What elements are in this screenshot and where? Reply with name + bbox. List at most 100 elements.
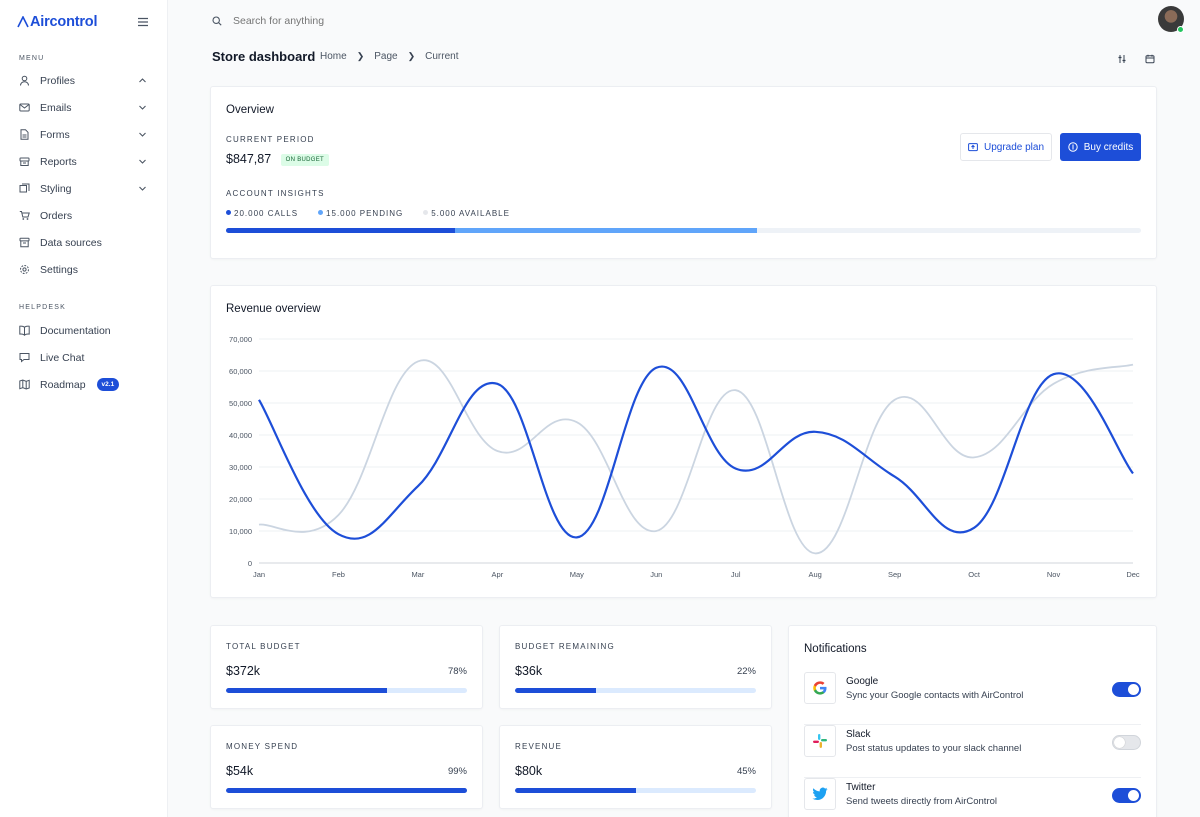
stat-progress-track [226, 688, 467, 693]
sidebar-item-icon [19, 156, 30, 167]
sidebar-item-icon [19, 129, 30, 140]
sidebar-item-profiles[interactable]: Profiles [0, 67, 167, 94]
sidebar-item-icon [19, 75, 30, 86]
buy-credits-button[interactable]: Buy credits [1060, 133, 1141, 161]
stat-label: MONEY SPEND [226, 742, 299, 751]
stat-progress-fill [515, 788, 636, 793]
sidebar-item-icon [19, 352, 30, 363]
x-tick-label: May [570, 570, 584, 579]
sidebar-item-data-sources[interactable]: Data sources [0, 229, 167, 256]
sidebar-item-forms[interactable]: Forms [0, 121, 167, 148]
notifications-card: Notifications Google Sync your Google co… [788, 625, 1157, 817]
x-tick-label: Jan [253, 570, 265, 579]
legend-item: 15.000 PENDING [318, 209, 403, 218]
sidebar-item-icon [19, 264, 30, 275]
sidebar-item-reports[interactable]: Reports [0, 148, 167, 175]
series-line-0 [258, 365, 1134, 540]
toggle-knob [1114, 737, 1125, 748]
sidebar-item-settings[interactable]: Settings [0, 256, 167, 283]
upgrade-plan-button[interactable]: Upgrade plan [960, 133, 1052, 161]
app-name: Aircontrol [30, 14, 98, 30]
x-tick-label: Mar [411, 570, 424, 579]
breadcrumb-page[interactable]: Page [374, 51, 397, 62]
google-logo-icon [804, 672, 836, 704]
breadcrumb-current: Current [425, 51, 459, 62]
insights-legend: 20.000 CALLS 15.000 PENDING 5.000 AVAILABL… [226, 209, 510, 218]
app-logo[interactable]: Aircontrol [17, 14, 97, 30]
sidebar-item-label: Live Chat [40, 351, 85, 364]
x-tick-label: Nov [1047, 570, 1061, 579]
helpdesk-nav: Documentation Live Chat Roadmap v2.1 [0, 317, 167, 398]
stat-amount: $80k [515, 764, 543, 778]
revenue-card: Revenue overview 0 10,000 20,000 30,000 40,0… [210, 285, 1157, 598]
y-tick-label: 50,000 [229, 399, 252, 408]
stat-card-money-spend: MONEY SPEND $54k 99% [210, 725, 483, 809]
current-period-row: $847,87 ON BUDGET [226, 150, 330, 168]
stat-amount: $36k [515, 664, 543, 678]
breadcrumb: Home ❯ Page ❯ Current [320, 51, 459, 62]
stat-progress-fill [226, 788, 467, 793]
sidebar-item-icon [19, 210, 30, 221]
coin-icon [1068, 142, 1078, 152]
account-insights-label: ACCOUNT INSIGHTS [226, 189, 325, 198]
twitter-toggle[interactable] [1112, 788, 1141, 803]
gear-icon [20, 265, 29, 274]
y-tick-label: 40,000 [229, 431, 252, 440]
overview-card: Overview CURRENT PERIOD $847,87 ON BUDGE… [210, 86, 1157, 259]
on-budget-badge: ON BUDGET [280, 154, 330, 166]
x-tick-label: Jun [650, 570, 662, 579]
legend-dot [226, 210, 231, 215]
breadcrumb-home[interactable]: Home [320, 51, 347, 62]
notification-item-slack: Slack Post status updates to your slack … [804, 725, 1141, 778]
book-icon [19, 325, 30, 336]
notification-item-twitter: Twitter Send tweets directly from AirCon… [804, 778, 1141, 817]
calendar-icon[interactable] [1145, 51, 1155, 64]
map-icon [19, 379, 30, 390]
toggle-knob [1128, 684, 1139, 695]
search-input[interactable] [233, 15, 433, 27]
x-tick-label: Sep [888, 570, 901, 579]
chevron-down-icon [139, 105, 146, 110]
slack-toggle[interactable] [1112, 735, 1141, 750]
toggle-knob [1128, 790, 1139, 801]
x-tick-label: Jul [731, 570, 741, 579]
filter-settings-icon[interactable] [1117, 51, 1127, 63]
x-tick-label: Dec [1126, 570, 1140, 579]
page-title: Store dashboard [212, 49, 316, 64]
upgrade-icon [968, 142, 978, 151]
sidebar-item-label: Roadmap [40, 378, 86, 391]
stat-amount: $54k [226, 764, 254, 778]
sidebar-item-emails[interactable]: Emails [0, 94, 167, 121]
menu-section-title: MENU [19, 55, 45, 62]
stat-percent: 45% [736, 766, 756, 777]
sidebar-item-documentation[interactable]: Documentation [0, 317, 167, 344]
legend-item: 5.000 AVAILABLE [423, 209, 510, 218]
sidebar-item-icon [19, 183, 30, 194]
stat-percent: 78% [447, 666, 467, 677]
y-tick-label: 70,000 [229, 335, 252, 344]
y-tick-label: 0 [248, 559, 252, 568]
search-icon [212, 16, 222, 26]
insights-progress-bar [226, 228, 1141, 233]
google-toggle[interactable] [1112, 682, 1141, 697]
logo-icon [17, 16, 29, 28]
main-nav: Profiles Emails Forms Reports Styling Orders D… [0, 67, 167, 283]
sidebar: Aircontrol MENU Profiles Emails Forms Repor… [0, 0, 168, 817]
stat-progress-track [515, 688, 756, 693]
document-icon [20, 129, 29, 140]
stat-progress-fill [515, 688, 596, 693]
stat-percent: 22% [736, 666, 756, 677]
sidebar-item-styling[interactable]: Styling [0, 175, 167, 202]
stat-progress-fill [226, 688, 387, 693]
sidebar-item-orders[interactable]: Orders [0, 202, 167, 229]
y-tick-label: 20,000 [229, 495, 252, 504]
search-bar [212, 15, 433, 27]
sidebar-item-icon [19, 325, 30, 336]
sidebar-item-roadmap[interactable]: Roadmap v2.1 [0, 371, 167, 398]
notification-desc: Sync your Google contacts with AirContro… [846, 690, 1024, 701]
hamburger-menu-icon[interactable] [136, 15, 150, 29]
sidebar-item-label: Documentation [40, 324, 111, 337]
sidebar-item-icon [19, 379, 30, 390]
stat-card-revenue: REVENUE $80k 45% [499, 725, 772, 809]
sidebar-item-live-chat[interactable]: Live Chat [0, 344, 167, 371]
